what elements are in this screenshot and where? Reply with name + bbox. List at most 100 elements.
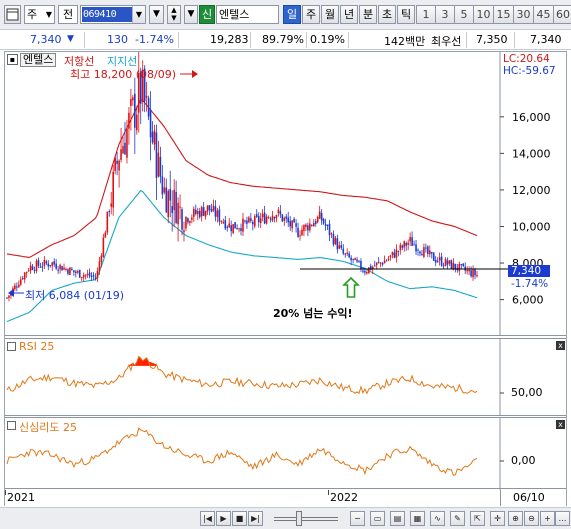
- code-search-icon[interactable]: ▼: [149, 5, 164, 24]
- divider: [348, 32, 349, 48]
- period-week-button[interactable]: 주: [302, 5, 320, 24]
- candle-body: [25, 271, 28, 274]
- candle-body: [153, 130, 156, 145]
- market-select[interactable]: 주 ▼: [24, 5, 55, 24]
- chart-menu-icon[interactable]: [4, 5, 21, 24]
- candle-body: [55, 263, 57, 269]
- candle-body: [41, 266, 44, 268]
- zoom-slider-knob[interactable]: [296, 511, 302, 526]
- pane-settings-icon[interactable]: [7, 421, 16, 430]
- period-day-button[interactable]: 일: [283, 5, 301, 24]
- candle-body: [407, 242, 409, 245]
- interval-45-button[interactable]: 45: [533, 5, 553, 24]
- candle-body: [220, 220, 223, 222]
- candle-body: [57, 269, 59, 271]
- candle-body: [29, 265, 32, 271]
- interval-1-button[interactable]: 1: [416, 5, 435, 24]
- scroll-end-icon[interactable]: ▶|: [248, 511, 263, 526]
- stock-name-field[interactable]: 엔텔스: [216, 5, 279, 24]
- more-options-icon[interactable]: …: [555, 511, 570, 526]
- zoom-slider-track[interactable]: [274, 517, 338, 521]
- candle-body: [356, 259, 358, 262]
- y-tick-label: 14,000: [512, 147, 551, 160]
- interval-60-button[interactable]: 60: [553, 5, 571, 24]
- play-icon[interactable]: ▶: [216, 511, 231, 526]
- period-tick-button[interactable]: 틱: [397, 5, 415, 24]
- candle-body: [134, 93, 136, 128]
- crosshair-icon[interactable]: ✛: [490, 511, 505, 526]
- candle-body: [421, 253, 423, 256]
- candle-body: [385, 260, 388, 262]
- zoom-out-icon[interactable]: ⊖: [524, 511, 539, 526]
- minus-icon[interactable]: −: [350, 511, 365, 526]
- divider: [466, 32, 467, 48]
- candle-body: [17, 284, 20, 288]
- indicator-icon[interactable]: ∿: [430, 511, 445, 526]
- interval-15-button[interactable]: 15: [493, 5, 513, 24]
- candle-body: [454, 263, 457, 270]
- candle-body: [336, 238, 339, 250]
- pane-settings-icon[interactable]: ▪: [7, 54, 18, 65]
- stepper-dropdown-icon[interactable]: ▼: [184, 5, 198, 24]
- period-month-button[interactable]: 월: [321, 5, 339, 24]
- candle-body: [253, 216, 256, 227]
- candle-body: [234, 222, 236, 229]
- candle-body: [387, 258, 390, 261]
- candle-body: [448, 260, 451, 264]
- candle-body: [21, 278, 24, 280]
- candle-body: [92, 275, 95, 277]
- series-name-box[interactable]: 엔텔스: [20, 53, 57, 67]
- pane-settings-icon[interactable]: [7, 342, 16, 351]
- candle-body: [309, 223, 311, 231]
- pc-select[interactable]: 전: [58, 5, 78, 24]
- interval-5-button[interactable]: 5: [454, 5, 473, 24]
- zoom-in-icon[interactable]: ⊕: [508, 511, 523, 526]
- psych-pane[interactable]: 신심리도 25 0,00 x: [5, 417, 566, 490]
- candle-body: [98, 261, 101, 272]
- stop-icon[interactable]: ■: [232, 511, 247, 526]
- profit-annotation: 20% 넘는 수익!: [273, 307, 353, 320]
- candle-body: [218, 209, 221, 222]
- stock-code-input[interactable]: 069410 ▼: [80, 5, 146, 24]
- turnover-rate: 0.19%: [310, 33, 345, 46]
- window-icon[interactable]: ▭: [370, 511, 385, 526]
- candle-body: [460, 264, 463, 266]
- candle-body: [383, 260, 386, 264]
- code-stepper[interactable]: ▲ ▼: [167, 5, 181, 24]
- interval-30-button[interactable]: 30: [513, 5, 533, 24]
- candle-body: [43, 259, 46, 266]
- period-second-button[interactable]: 초: [378, 5, 396, 24]
- close-icon[interactable]: x: [556, 341, 565, 350]
- right-arrow-icon: [192, 70, 198, 78]
- candle-body: [322, 218, 325, 224]
- period-year-button[interactable]: 년: [340, 5, 358, 24]
- grid-icon[interactable]: ▦: [410, 511, 425, 526]
- volume: 19,283: [210, 33, 249, 46]
- best-bid-price: 7,340: [530, 33, 562, 46]
- layout-icon[interactable]: ▤: [390, 511, 405, 526]
- candle-body: [409, 237, 411, 242]
- candle-body: [19, 279, 22, 285]
- sin-badge[interactable]: 신: [199, 5, 215, 24]
- candle-body: [381, 262, 384, 265]
- candle-body: [102, 237, 105, 257]
- candle-body: [145, 96, 148, 98]
- interval-10-button[interactable]: 10: [473, 5, 493, 24]
- candle-body: [23, 272, 26, 280]
- candle-body: [379, 262, 382, 264]
- close-icon[interactable]: x: [556, 420, 565, 429]
- candle-body: [206, 205, 209, 212]
- draw-icon[interactable]: ✎: [450, 511, 465, 526]
- expand-icon[interactable]: ⇱: [470, 511, 485, 526]
- period-minute-button[interactable]: 분: [359, 5, 377, 24]
- candle-body: [163, 187, 166, 193]
- candle-body: [216, 210, 219, 218]
- rsi-pane[interactable]: RSI 25 50,00 x: [5, 338, 566, 416]
- scroll-start-icon[interactable]: |◀: [200, 511, 215, 526]
- candle-body: [458, 263, 461, 272]
- candle-body: [230, 225, 232, 232]
- chevron-down-icon[interactable]: ▼: [132, 6, 145, 23]
- price-pane[interactable]: 6,000 8,000 10,000 12,000 14,000 16,000 ▪ 엔텔스…: [5, 52, 566, 336]
- plus-icon[interactable]: +: [540, 511, 555, 526]
- interval-3-button[interactable]: 3: [435, 5, 454, 24]
